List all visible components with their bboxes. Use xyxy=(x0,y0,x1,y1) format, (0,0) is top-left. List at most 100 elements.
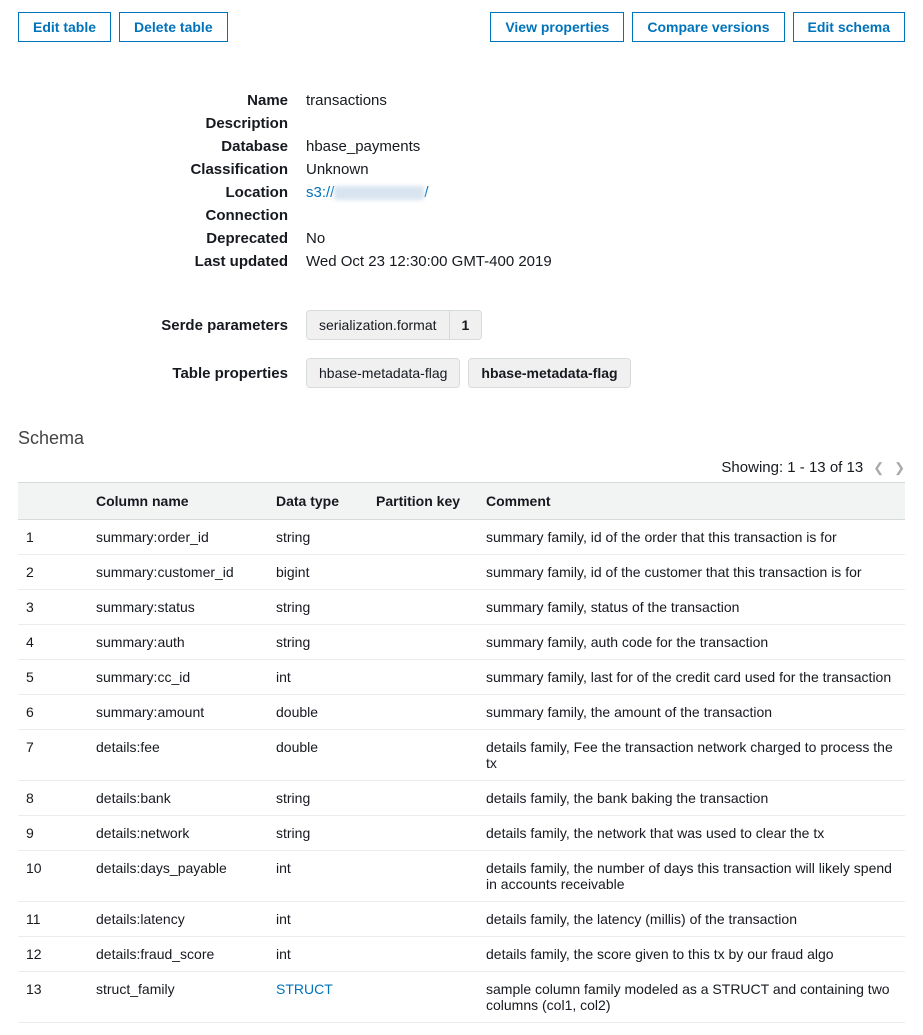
column-name: summary:status xyxy=(88,590,268,625)
row-number: 2 xyxy=(18,555,88,590)
location-prefix: s3:// xyxy=(306,184,334,201)
compare-versions-button[interactable]: Compare versions xyxy=(632,12,784,42)
delete-table-button[interactable]: Delete table xyxy=(119,12,228,42)
label-serde-parameters: Serde parameters xyxy=(18,317,288,334)
comment: summary family, last for of the credit c… xyxy=(478,660,905,695)
partition-key xyxy=(368,625,478,660)
row-number: 1 xyxy=(18,520,88,555)
partition-key xyxy=(368,730,478,781)
partition-key xyxy=(368,660,478,695)
data-type: int xyxy=(268,902,368,937)
comment: details family, Fee the transaction netw… xyxy=(478,730,905,781)
value-classification: Unknown xyxy=(306,161,905,178)
table-prop-key: hbase-metadata-flag xyxy=(469,359,629,387)
row-number: 4 xyxy=(18,625,88,660)
comment: summary family, id of the customer that … xyxy=(478,555,905,590)
partition-key xyxy=(368,520,478,555)
location-suffix: / xyxy=(424,184,428,201)
data-type: string xyxy=(268,816,368,851)
value-database: hbase_payments xyxy=(306,138,905,155)
column-name: struct_family xyxy=(88,972,268,1023)
table-row: 13struct_familySTRUCT sample column famil… xyxy=(18,972,905,1023)
column-name: details:fee xyxy=(88,730,268,781)
data-type: int xyxy=(268,851,368,902)
table-row: 6summary:amountdoublesummary family, the… xyxy=(18,695,905,730)
header-data-type: Data type xyxy=(268,483,368,520)
comment: details family, the score given to this … xyxy=(478,937,905,972)
partition-key xyxy=(368,972,478,1023)
comment: summary family, auth code for the transa… xyxy=(478,625,905,660)
data-type: string xyxy=(268,781,368,816)
partition-key xyxy=(368,695,478,730)
partition-key xyxy=(368,902,478,937)
schema-title: Schema xyxy=(18,428,905,449)
table-row: 10details:days_payableintdetails family,… xyxy=(18,851,905,902)
toolbar-left: Edit table Delete table xyxy=(18,12,228,42)
column-name: summary:auth xyxy=(88,625,268,660)
data-type: double xyxy=(268,730,368,781)
column-name: details:days_payable xyxy=(88,851,268,902)
serde-param-key: serialization.format xyxy=(307,311,449,339)
table-params: Serde parameters serialization.format 1 … xyxy=(18,310,905,388)
table-row: 1summary:order_idstringsummary family, i… xyxy=(18,520,905,555)
row-number: 8 xyxy=(18,781,88,816)
table-row: 8details:bankstring details family, the b… xyxy=(18,781,905,816)
comment: details family, the number of days this … xyxy=(478,851,905,902)
row-number: 3 xyxy=(18,590,88,625)
value-name: transactions xyxy=(306,92,905,109)
value-deprecated: No xyxy=(306,230,905,247)
data-type: string xyxy=(268,520,368,555)
serde-param-value: 1 xyxy=(449,311,482,339)
row-number: 9 xyxy=(18,816,88,851)
table-row: 4summary:authstring summary family, auth … xyxy=(18,625,905,660)
edit-table-button[interactable]: Edit table xyxy=(18,12,111,42)
column-name: details:fraud_score xyxy=(88,937,268,972)
label-classification: Classification xyxy=(18,161,288,178)
row-number: 5 xyxy=(18,660,88,695)
label-table-properties: Table properties xyxy=(18,365,288,382)
partition-key xyxy=(368,851,478,902)
table-row: 3summary:statusstringsummary family, sta… xyxy=(18,590,905,625)
label-name: Name xyxy=(18,92,288,109)
table-row: 2summary:customer_idbigintsummary family… xyxy=(18,555,905,590)
label-description: Description xyxy=(18,115,288,132)
column-name: details:network xyxy=(88,816,268,851)
data-type: int xyxy=(268,660,368,695)
row-number: 13 xyxy=(18,972,88,1023)
partition-key xyxy=(368,555,478,590)
data-type[interactable]: STRUCT xyxy=(268,972,368,1023)
column-name: summary:amount xyxy=(88,695,268,730)
pager-next-icon[interactable]: ❯ xyxy=(894,460,905,476)
toolbar: Edit table Delete table View properties … xyxy=(18,12,905,42)
label-location: Location xyxy=(18,184,288,201)
comment: sample column family modeled as a STRUCT… xyxy=(478,972,905,1023)
edit-schema-button[interactable]: Edit schema xyxy=(793,12,905,42)
location-redacted xyxy=(334,186,424,200)
partition-key xyxy=(368,937,478,972)
table-details: Name transactions Description Database h… xyxy=(18,92,905,270)
comment: details family, the bank baking the tran… xyxy=(478,781,905,816)
pager-text: Showing: 1 - 13 of 13 xyxy=(721,459,863,476)
view-properties-button[interactable]: View properties xyxy=(490,12,624,42)
header-num xyxy=(18,483,88,520)
row-number: 12 xyxy=(18,937,88,972)
partition-key xyxy=(368,781,478,816)
header-column-name: Column name xyxy=(88,483,268,520)
header-comment: Comment xyxy=(478,483,905,520)
schema-header-row: Column name Data type Partition key Comm… xyxy=(18,483,905,520)
label-deprecated: Deprecated xyxy=(18,230,288,247)
pager-prev-icon[interactable]: ❮ xyxy=(873,460,884,476)
label-connection: Connection xyxy=(18,207,288,224)
location-link[interactable]: s3:// / xyxy=(306,184,429,201)
table-prop-pill: hbase-metadata-flag xyxy=(306,358,460,388)
partition-key xyxy=(368,590,478,625)
comment: details family, the latency (millis) of … xyxy=(478,902,905,937)
column-name: details:bank xyxy=(88,781,268,816)
data-type: int xyxy=(268,937,368,972)
value-last-updated: Wed Oct 23 12:30:00 GMT-400 2019 xyxy=(306,253,905,270)
column-name: details:latency xyxy=(88,902,268,937)
data-type: string xyxy=(268,625,368,660)
data-type: double xyxy=(268,695,368,730)
data-type: bigint xyxy=(268,555,368,590)
schema-table: Column name Data type Partition key Comm… xyxy=(18,482,905,1023)
